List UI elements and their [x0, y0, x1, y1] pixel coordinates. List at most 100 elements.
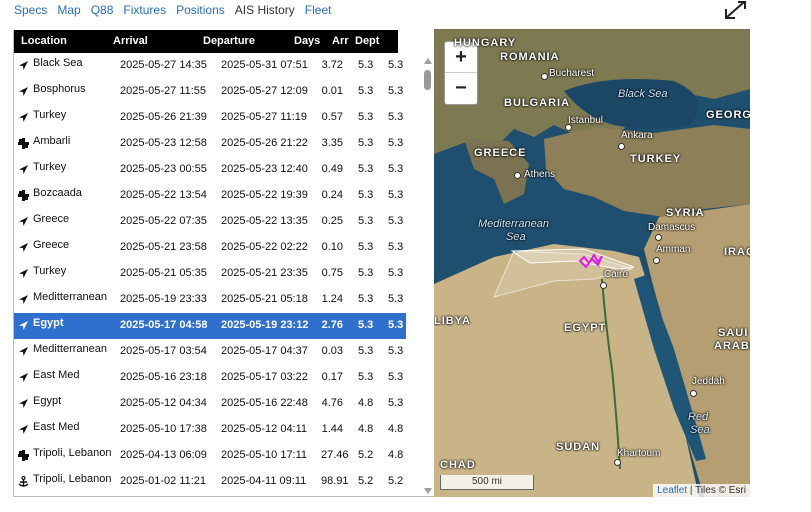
tab-fixtures[interactable]: Fixtures	[123, 2, 166, 18]
cell-days: 0.25	[321, 215, 343, 227]
cell-arrival: 2025-05-21 23:58	[120, 241, 207, 253]
cell-dept: 5.2	[388, 475, 404, 487]
cell-departure: 2025-05-22 13:35	[221, 215, 308, 227]
arrow-icon	[18, 424, 29, 435]
arrow-icon	[18, 268, 29, 279]
map-label-georgia: GEORG	[706, 109, 750, 121]
map-label-hungary: HUNGARY	[454, 37, 517, 49]
cell-arr: 5.3	[358, 267, 374, 279]
col-dept[interactable]: Dept	[355, 35, 379, 47]
table-row[interactable]: Egypt 2025-05-17 04:58 2025-05-19 23:12 2.7…	[14, 313, 406, 339]
arrow-icon	[18, 346, 29, 357]
cell-days: 0.24	[321, 189, 343, 201]
table-row[interactable]: Tripoli, Lebanon 2025-04-13 06:09 2025-05-…	[14, 443, 406, 469]
col-location[interactable]: Location	[21, 35, 67, 47]
map-view[interactable]: + − HUNGARY ROMANIA Bucharest BULGARIA B…	[434, 29, 750, 497]
cell-departure: 2025-05-26 21:22	[221, 137, 308, 149]
col-arr[interactable]: Arr	[332, 35, 349, 47]
map-scale: 500 mi	[440, 475, 534, 490]
cell-dept: 5.3	[388, 345, 404, 357]
table-row[interactable]: Meditterranean 2025-05-17 03:54 2025-05-17…	[14, 339, 406, 365]
table-scrollbar[interactable]	[422, 54, 434, 496]
expand-icon[interactable]	[724, 0, 748, 20]
cell-days: 98.91	[321, 475, 349, 487]
cell-arr: 5.3	[358, 163, 374, 175]
cell-departure: 2025-05-12 04:11	[221, 423, 308, 435]
table-row[interactable]: East Med 2025-05-16 23:18 2025-05-17 03:22…	[14, 365, 406, 391]
table-row[interactable]: Meditterranean 2025-05-19 23:33 2025-05-21…	[14, 287, 406, 313]
tab-map[interactable]: Map	[57, 2, 80, 18]
cell-dept: 5.3	[388, 59, 404, 71]
cell-location: Black Sea	[33, 57, 83, 69]
tab-positions[interactable]: Positions	[176, 2, 225, 18]
cell-arr: 5.2	[358, 475, 374, 487]
table-row[interactable]: Egypt 2025-05-12 04:34 2025-05-16 22:48 4.7…	[14, 391, 406, 417]
scroll-thumb[interactable]	[424, 70, 431, 90]
cell-departure: 2025-05-22 19:39	[221, 189, 308, 201]
city-dot	[600, 282, 607, 289]
table-row[interactable]: Greece 2025-05-22 07:35 2025-05-22 13:35 0.…	[14, 209, 406, 235]
map-label-saudi: SAUI	[718, 327, 749, 339]
cell-days: 3.72	[321, 59, 343, 71]
cell-arr: 5.2	[358, 449, 374, 461]
table-body: Black Sea 2025-05-27 14:35 2025-05-31 07:5…	[14, 53, 406, 495]
cell-departure: 2025-05-27 11:19	[221, 111, 308, 123]
map-label-athens: Athens	[524, 169, 556, 180]
table-row[interactable]: Bosphorus 2025-05-27 11:55 2025-05-27 12:0…	[14, 79, 406, 105]
tab-fleet[interactable]: Fleet	[305, 2, 332, 18]
table-row[interactable]: Bozcaada 2025-05-22 13:54 2025-05-22 19:39…	[14, 183, 406, 209]
cell-arrival: 2025-05-16 23:18	[120, 371, 207, 383]
cell-arr: 5.3	[358, 241, 374, 253]
table-row[interactable]: Turkey 2025-05-21 05:35 2025-05-21 23:35 0.…	[14, 261, 406, 287]
zoom-out-button[interactable]: −	[445, 72, 477, 103]
map-label-iraq: IRAQ	[724, 246, 750, 258]
table-row[interactable]: Tripoli, Lebanon 2025-01-02 11:21 2025-04-…	[14, 469, 406, 495]
map-label-damascus: Damascus	[648, 222, 696, 233]
tab-specs[interactable]: Specs	[14, 2, 47, 18]
leaflet-link[interactable]: Leaflet	[657, 485, 687, 496]
cell-days: 2.76	[321, 319, 343, 331]
cell-days: 1.44	[321, 423, 343, 435]
anchorage-icon	[18, 190, 29, 201]
cell-days: 0.01	[321, 85, 343, 97]
scroll-down-icon[interactable]	[424, 488, 432, 494]
scroll-up-icon[interactable]	[424, 58, 432, 64]
cell-days: 0.49	[321, 163, 343, 175]
cell-location: Meditterranean	[33, 291, 107, 303]
arrow-icon	[18, 320, 29, 331]
map-label-egypt: EGYPT	[564, 322, 607, 334]
table-row[interactable]: East Med 2025-05-10 17:38 2025-05-12 04:11…	[14, 417, 406, 443]
cell-location: Bosphorus	[33, 83, 86, 95]
cell-arrival: 2025-05-22 13:54	[120, 189, 207, 201]
cell-location: Turkey	[33, 265, 67, 277]
col-days[interactable]: Days	[294, 35, 320, 47]
cell-dept: 5.3	[388, 137, 404, 149]
cell-departure: 2025-05-22 02:22	[221, 241, 308, 253]
tab-ais-history[interactable]: AIS History	[235, 2, 295, 18]
cell-dept: 4.8	[388, 423, 404, 435]
table-row[interactable]: Turkey 2025-05-23 00:55 2025-05-23 12:40 0.…	[14, 157, 406, 183]
table-row[interactable]: Ambarli 2025-05-23 12:58 2025-05-26 21:22 3…	[14, 131, 406, 157]
arrow-icon	[18, 60, 29, 71]
table-row[interactable]: Greece 2025-05-21 23:58 2025-05-22 02:22 0.…	[14, 235, 406, 261]
cell-dept: 5.3	[388, 85, 404, 97]
tab-q88[interactable]: Q88	[91, 2, 114, 18]
cell-arrival: 2025-05-23 00:55	[120, 163, 207, 175]
map-label-jeddah: Jeddah	[692, 376, 725, 387]
col-departure[interactable]: Departure	[203, 35, 255, 47]
cell-arrival: 2025-05-22 07:35	[120, 215, 207, 227]
map-label-amman: Amman	[656, 244, 691, 255]
anchorage-icon	[18, 450, 29, 461]
col-arrival[interactable]: Arrival	[113, 35, 148, 47]
cell-dept: 4.8	[388, 449, 404, 461]
cell-location: Greece	[33, 213, 70, 225]
map-label-libya: LIBYA	[434, 315, 471, 327]
table-row[interactable]: Black Sea 2025-05-27 14:35 2025-05-31 07:5…	[14, 53, 406, 79]
cell-days: 1.24	[321, 293, 343, 305]
cell-departure: 2025-05-17 04:37	[221, 345, 308, 357]
map-label-red: Red	[688, 411, 709, 423]
cell-days: 3.35	[321, 137, 343, 149]
table-row[interactable]: Turkey 2025-05-26 21:39 2025-05-27 11:19 0.…	[14, 105, 406, 131]
cell-arrival: 2025-04-13 06:09	[120, 449, 207, 461]
cell-dept: 5.3	[388, 371, 404, 383]
